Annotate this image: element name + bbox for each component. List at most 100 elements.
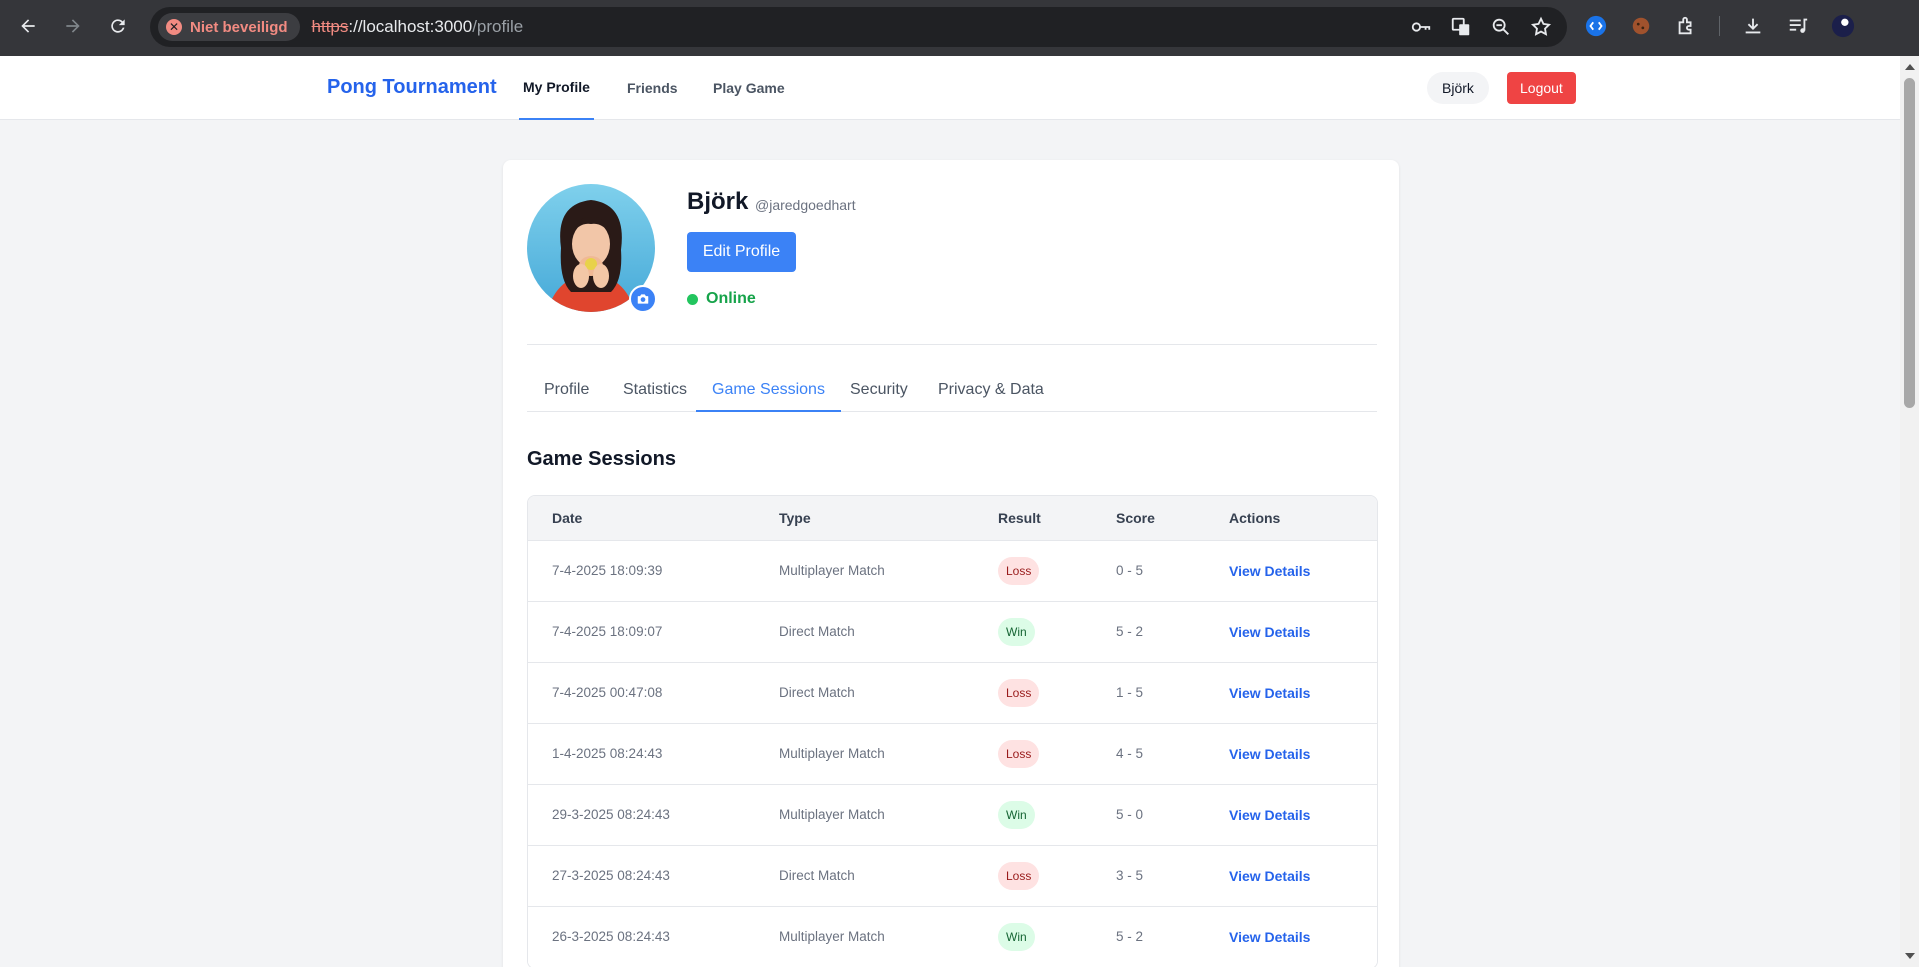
- table-row: 7-4-2025 18:09:07 Direct Match Win 5 - 2 Vie…: [528, 602, 1377, 663]
- profile-card: Björk @jaredgoedhart Edit Profile Online…: [503, 160, 1399, 967]
- cell-date: 7-4-2025 18:09:07: [552, 624, 663, 639]
- cell-score: 5 - 2: [1116, 624, 1144, 639]
- scroll-thumb[interactable]: [1904, 78, 1915, 408]
- view-details-link[interactable]: View Details: [1229, 563, 1310, 579]
- cookie-extension-icon[interactable]: [1629, 14, 1653, 38]
- view-details-link[interactable]: View Details: [1229, 929, 1310, 945]
- table-row: 27-3-2025 08:24:43 Direct Match Loss 3 - 5 V…: [528, 846, 1377, 907]
- table-row: 29-3-2025 08:24:43 Multiplayer Match Win 5 …: [528, 785, 1377, 846]
- cell-date: 27-3-2025 08:24:43: [552, 868, 670, 883]
- browser-toolbar: ✕ Niet beveiligd https://localhost:3000/…: [0, 0, 1919, 56]
- column-actions: Actions: [1229, 510, 1281, 526]
- extensions-puzzle-icon[interactable]: [1674, 14, 1698, 38]
- tab-security[interactable]: Security: [850, 378, 908, 412]
- url-host: ://localhost:3000: [348, 17, 473, 36]
- cell-date: 29-3-2025 08:24:43: [552, 807, 670, 822]
- online-status: Online: [687, 290, 756, 308]
- password-key-icon[interactable]: [1409, 15, 1433, 39]
- result-badge: Loss: [998, 557, 1040, 585]
- table-row: 7-4-2025 18:09:39 Multiplayer Match Loss 0 …: [528, 541, 1377, 602]
- view-details-link[interactable]: View Details: [1229, 624, 1310, 640]
- tab-game-sessions[interactable]: Game Sessions: [696, 378, 841, 412]
- browser-profile-avatar-icon[interactable]: [1831, 14, 1855, 38]
- profile-tabs: Profile Statistics Game Sessions Securit…: [527, 378, 1377, 412]
- tab-profile[interactable]: Profile: [544, 378, 589, 412]
- result-badge: Win: [998, 801, 1035, 829]
- online-dot-icon: [687, 293, 698, 305]
- zoom-icon[interactable]: [1489, 15, 1513, 39]
- column-date: Date: [552, 510, 583, 526]
- brand-logo[interactable]: Pong Tournament: [327, 76, 497, 99]
- cell-type: Direct Match: [779, 685, 855, 700]
- view-details-link[interactable]: View Details: [1229, 807, 1310, 823]
- status-label: Online: [706, 290, 756, 307]
- toolbar-separator: [1719, 16, 1720, 36]
- column-result: Result: [998, 510, 1041, 526]
- divider: [527, 344, 1377, 345]
- nav-my-profile[interactable]: My Profile: [519, 56, 594, 120]
- view-details-link[interactable]: View Details: [1229, 868, 1310, 884]
- table-row: 7-4-2025 00:47:08 Direct Match Loss 1 - 5 Vi…: [528, 663, 1377, 724]
- cell-score: 1 - 5: [1116, 685, 1144, 700]
- table-row: 26-3-2025 08:24:43 Multiplayer Match Win 5 …: [528, 907, 1377, 967]
- tab-privacy-data[interactable]: Privacy & Data: [938, 378, 1044, 412]
- cell-type: Multiplayer Match: [779, 929, 885, 944]
- cell-type: Multiplayer Match: [779, 807, 885, 822]
- result-badge: Win: [998, 923, 1035, 951]
- reload-icon[interactable]: [104, 12, 132, 40]
- section-title: Game Sessions: [527, 448, 676, 470]
- url-path: /profile: [472, 17, 524, 36]
- not-secure-icon: ✕: [166, 19, 182, 35]
- cell-date: 7-4-2025 18:09:39: [552, 563, 663, 578]
- cell-type: Direct Match: [779, 624, 855, 639]
- result-badge: Loss: [998, 679, 1040, 707]
- forward-arrow-icon[interactable]: [59, 12, 87, 40]
- table-header: Date Type Result Score Actions: [528, 496, 1377, 541]
- cell-score: 0 - 5: [1116, 563, 1144, 578]
- media-queue-icon[interactable]: [1786, 14, 1810, 38]
- downloads-icon[interactable]: [1741, 14, 1765, 38]
- profile-display-name: Björk: [687, 188, 749, 215]
- cell-type: Direct Match: [779, 868, 855, 883]
- cell-score: 5 - 2: [1116, 929, 1144, 944]
- app-header: Pong Tournament My Profile Friends Play …: [0, 56, 1900, 120]
- column-type: Type: [779, 510, 811, 526]
- tab-statistics[interactable]: Statistics: [623, 378, 687, 412]
- view-details-link[interactable]: View Details: [1229, 685, 1310, 701]
- table-row: 1-4-2025 08:24:43 Multiplayer Match Loss 4 …: [528, 724, 1377, 785]
- change-photo-button[interactable]: [629, 285, 657, 313]
- nav-friends[interactable]: Friends: [627, 56, 678, 120]
- logout-button[interactable]: Logout: [1507, 72, 1576, 104]
- security-chip[interactable]: ✕ Niet beveiligd: [158, 13, 300, 41]
- address-bar[interactable]: ✕ Niet beveiligd https://localhost:3000/…: [150, 7, 1567, 47]
- profile-handle: @jaredgoedhart: [755, 197, 856, 213]
- shazam-extension-icon[interactable]: [1584, 14, 1608, 38]
- security-label: Niet beveiligd: [190, 18, 288, 36]
- translate-icon[interactable]: [1449, 15, 1473, 39]
- edit-profile-button[interactable]: Edit Profile: [687, 232, 796, 272]
- cell-date: 1-4-2025 08:24:43: [552, 746, 663, 761]
- result-badge: Loss: [998, 740, 1040, 768]
- cell-score: 5 - 0: [1116, 807, 1144, 822]
- cell-type: Multiplayer Match: [779, 746, 885, 761]
- url-text[interactable]: https://localhost:3000/profile: [312, 17, 524, 37]
- camera-icon: [637, 294, 649, 304]
- back-arrow-icon[interactable]: [14, 12, 42, 40]
- bookmark-star-icon[interactable]: [1529, 15, 1553, 39]
- url-scheme: https: [311, 17, 349, 36]
- column-score: Score: [1116, 510, 1155, 526]
- cell-type: Multiplayer Match: [779, 563, 885, 578]
- scroll-down-icon[interactable]: [1905, 953, 1915, 959]
- page-scrollbar[interactable]: [1900, 56, 1919, 967]
- cell-score: 3 - 5: [1116, 868, 1144, 883]
- nav-play-game[interactable]: Play Game: [713, 56, 785, 120]
- result-badge: Loss: [998, 862, 1040, 890]
- scroll-up-icon[interactable]: [1905, 64, 1915, 70]
- cell-date: 26-3-2025 08:24:43: [552, 929, 670, 944]
- user-name-pill[interactable]: Björk: [1427, 72, 1489, 104]
- cell-date: 7-4-2025 00:47:08: [552, 685, 663, 700]
- result-badge: Win: [998, 618, 1035, 646]
- game-sessions-table: Date Type Result Score Actions 7-4-2025 …: [527, 495, 1378, 967]
- cell-score: 4 - 5: [1116, 746, 1144, 761]
- view-details-link[interactable]: View Details: [1229, 746, 1310, 762]
